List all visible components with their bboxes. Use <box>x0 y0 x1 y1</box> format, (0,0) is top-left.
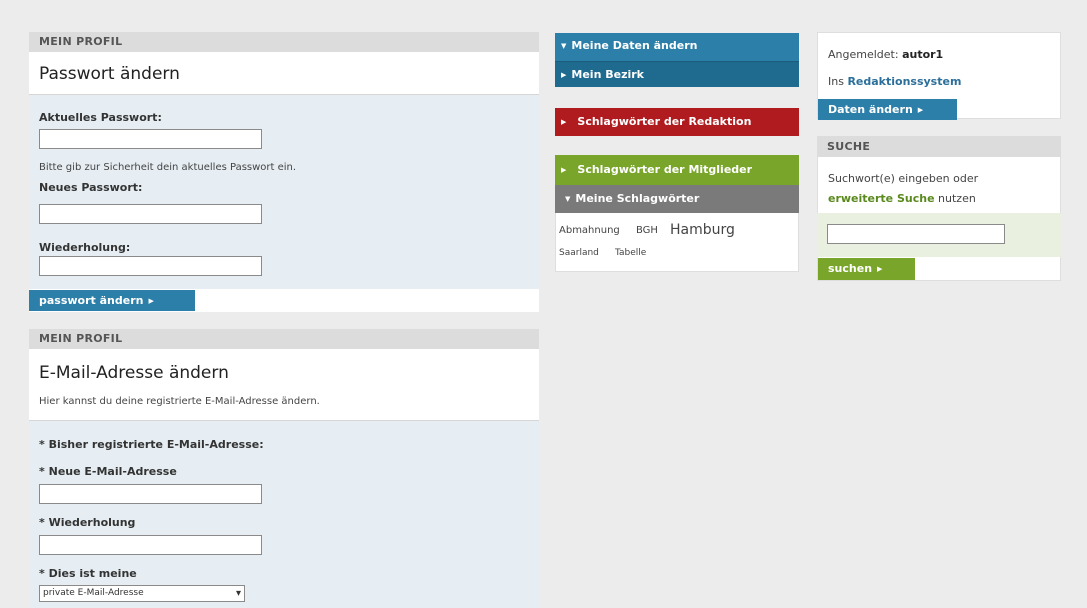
tag-link[interactable]: BGH <box>636 225 658 236</box>
password-section: MEIN PROFIL Passwort ändern Aktuelles Pa… <box>29 32 539 312</box>
search-description: Suchwort(e) eingeben oder erweiterte Suc… <box>828 169 1053 209</box>
change-password-label: passwort ändern <box>39 294 144 307</box>
logged-in-line: Angemeldet: autor1 <box>828 48 943 61</box>
email-section: MEIN PROFIL E-Mail-Adresse ändern Hier k… <box>29 329 539 608</box>
repeat-password-label: Wiederholung: <box>39 241 131 254</box>
triangle-right-icon: ▶ <box>561 71 567 79</box>
password-submit-bar: passwort ändern ▶ <box>29 289 539 312</box>
cms-prefix: Ins <box>828 75 844 88</box>
registered-email-text: Bisher registrierte E-Mail-Adresse: <box>48 438 264 451</box>
password-form: Aktuelles Passwort: Bitte gib zur Sicher… <box>29 95 539 289</box>
triangle-right-icon: ▶ <box>148 297 154 305</box>
email-type-select[interactable]: private E-Mail-Adresse ▾ <box>39 585 245 602</box>
repeat-email-label: * Wiederholung <box>39 516 135 529</box>
tag-cloud: Abmahnung BGH Hamburg Saarland Tabelle <box>555 213 799 272</box>
search-box: SUCHE Suchwort(e) eingeben oder erweiter… <box>817 136 1061 281</box>
nav-meine-daten[interactable]: ▼ Meine Daten ändern <box>555 33 799 61</box>
new-email-input[interactable] <box>39 484 262 504</box>
tag-link[interactable]: Abmahnung <box>559 225 620 236</box>
nav-redaktion-tags[interactable]: ▶ Schlagwörter der Redaktion <box>555 108 799 136</box>
search-hint-text: Suchwort(e) eingeben oder <box>828 172 979 185</box>
current-password-hint: Bitte gib zur Sicherheit dein aktuelles … <box>39 162 297 173</box>
nav-mein-bezirk[interactable]: ▶ Mein Bezirk <box>555 61 799 87</box>
repeat-email-text: Wiederholung <box>48 516 136 529</box>
required-mark: * <box>39 438 45 451</box>
nav-meine-daten-label: Meine Daten ändern <box>571 39 698 52</box>
current-password-input[interactable] <box>39 129 262 149</box>
search-header: SUCHE <box>817 136 1061 157</box>
email-description: Hier kannst du deine registrierte E-Mail… <box>39 396 320 407</box>
triangle-right-icon: ▶ <box>917 106 924 114</box>
logged-in-label: Angemeldet: <box>828 48 899 61</box>
current-password-label: Aktuelles Passwort: <box>39 111 162 124</box>
new-password-label: Neues Passwort: <box>39 181 143 194</box>
nav-mein-bezirk-label: Mein Bezirk <box>571 68 644 81</box>
nav-redaktion-label: Schlagwörter der Redaktion <box>577 115 752 128</box>
new-email-label: * Neue E-Mail-Adresse <box>39 465 177 478</box>
nav-mitglieder-tags[interactable]: ▶ Schlagwörter der Mitglieder <box>555 155 799 185</box>
email-type-label: * Dies ist meine <box>39 567 137 580</box>
tag-link[interactable]: Hamburg <box>670 222 735 238</box>
search-submit-bar: suchen ▶ <box>817 257 1061 281</box>
search-button-label: suchen <box>828 262 873 275</box>
change-data-label: Daten ändern <box>828 103 913 116</box>
password-page-title: Passwort ändern <box>39 64 180 84</box>
repeat-password-input[interactable] <box>39 256 262 276</box>
password-title-panel: Passwort ändern <box>29 52 539 95</box>
email-type-value: private E-Mail-Adresse <box>43 588 144 598</box>
search-input[interactable] <box>827 224 1005 244</box>
repeat-email-input[interactable] <box>39 535 262 555</box>
change-password-button[interactable]: passwort ändern ▶ <box>29 290 195 311</box>
chevron-down-icon: ▾ <box>235 588 241 599</box>
change-data-button[interactable]: Daten ändern ▶ <box>818 99 957 120</box>
triangle-right-icon: ▶ <box>561 118 567 126</box>
search-hint-suffix: nutzen <box>938 192 976 205</box>
new-email-text: Neue E-Mail-Adresse <box>48 465 177 478</box>
triangle-down-icon: ▼ <box>561 42 567 50</box>
nav-meine-schlagwoerter-label: Meine Schlagwörter <box>575 192 700 205</box>
nav-mitglieder-label: Schlagwörter der Mitglieder <box>577 163 753 176</box>
email-title-panel: E-Mail-Adresse ändern Hier kannst du dei… <box>29 349 539 421</box>
account-box: Angemeldet: autor1 Ins Redaktionssystem … <box>817 32 1061 120</box>
email-form: * Bisher registrierte E-Mail-Adresse: * … <box>29 421 539 608</box>
email-section-header: MEIN PROFIL <box>29 329 539 349</box>
cms-line: Ins Redaktionssystem <box>828 75 961 88</box>
search-description-panel: Suchwort(e) eingeben oder erweiterte Suc… <box>817 157 1061 213</box>
username: autor1 <box>902 48 944 61</box>
tag-link[interactable]: Tabelle <box>615 248 646 258</box>
email-page-title: E-Mail-Adresse ändern <box>39 363 229 383</box>
tag-link[interactable]: Saarland <box>559 248 599 258</box>
email-type-text: Dies ist meine <box>48 567 137 580</box>
triangle-down-icon: ▼ <box>565 195 571 203</box>
registered-email-label: * Bisher registrierte E-Mail-Adresse: <box>39 438 264 451</box>
nav-meine-schlagwoerter[interactable]: ▼ Meine Schlagwörter <box>555 185 799 213</box>
required-mark: * <box>39 465 45 478</box>
required-mark: * <box>39 567 45 580</box>
triangle-right-icon: ▶ <box>877 265 883 273</box>
search-form <box>817 213 1061 257</box>
required-mark: * <box>39 516 45 529</box>
search-button[interactable]: suchen ▶ <box>818 258 915 280</box>
advanced-search-link[interactable]: erweiterte Suche <box>828 192 935 205</box>
triangle-right-icon: ▶ <box>561 166 567 174</box>
new-password-input[interactable] <box>39 204 262 224</box>
cms-link[interactable]: Redaktionssystem <box>847 75 961 88</box>
password-section-header: MEIN PROFIL <box>29 32 539 52</box>
